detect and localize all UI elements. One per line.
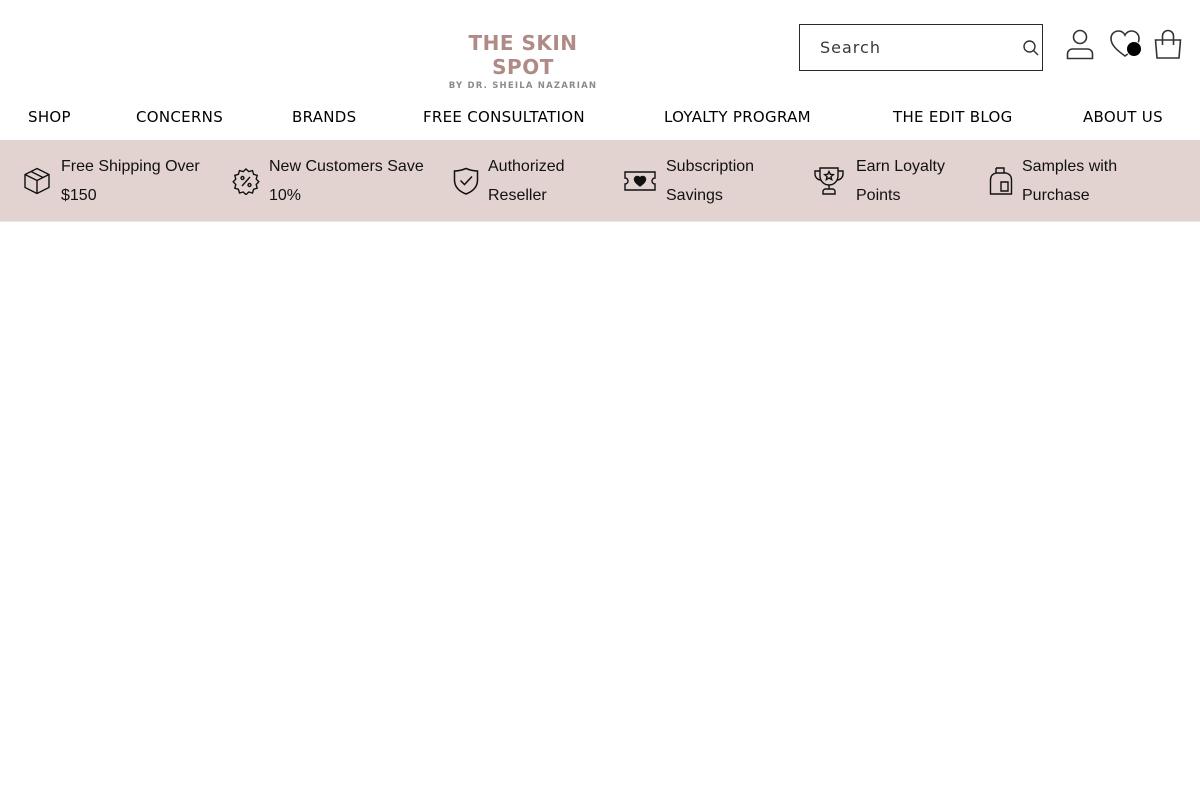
- feature-line: 10%: [269, 186, 302, 204]
- search-icon[interactable]: [1020, 25, 1042, 70]
- feature-line: New Customers Save: [269, 157, 424, 175]
- nav-item-the-edit-blog[interactable]: THE EDIT BLOG: [893, 108, 1013, 126]
- nav-item-about-us[interactable]: ABOUT US: [1083, 108, 1163, 126]
- search-box: [799, 24, 1043, 71]
- feature-subscription-savings: Subscription Savings: [623, 140, 754, 221]
- feature-samples: Samples with Purchase: [988, 140, 1117, 221]
- feature-line: Samples with: [1022, 157, 1118, 175]
- ticket-heart-icon: [624, 170, 656, 191]
- feature-line: Purchase: [1022, 186, 1090, 204]
- feature-new-customers: New Customers Save 10%: [232, 140, 424, 221]
- feature-free-shipping: Free Shipping Over $150: [22, 140, 200, 221]
- nav-item-free-consultation[interactable]: FREE CONSULTATION: [423, 108, 585, 126]
- feature-line: Authorized: [488, 157, 565, 175]
- feature-line: Earn Loyalty: [856, 157, 945, 175]
- feature-line: Points: [856, 186, 901, 204]
- nav-item-loyalty-program[interactable]: LOYALTY PROGRAM: [664, 108, 811, 126]
- features-divider: [0, 221, 1200, 222]
- logo-title: THE SKIN SPOT: [468, 31, 578, 79]
- nav-item-brands[interactable]: BRANDS: [292, 108, 356, 126]
- main-nav: SHOP CONCERNS BRANDS FREE CONSULTATION L…: [0, 100, 1200, 140]
- feature-earn-loyalty: Earn Loyalty Points: [812, 140, 945, 221]
- search-input[interactable]: [800, 25, 1020, 70]
- site-header: THE SKIN SPOT BY DR. SHEILA NAZARIAN: [0, 0, 1200, 96]
- shopping-bag-icon[interactable]: [1151, 26, 1185, 62]
- shield-check-icon: [453, 167, 479, 195]
- user-icon[interactable]: [1063, 26, 1097, 62]
- feature-line: Reseller: [488, 186, 547, 204]
- features-bar: Free Shipping Over $150 New Customers Sa…: [0, 140, 1200, 221]
- wishlist-count-dot: [1126, 41, 1142, 57]
- feature-authorized-reseller: Authorized Reseller: [452, 140, 565, 221]
- feature-line: Free Shipping Over: [61, 157, 200, 175]
- feature-line: Savings: [666, 186, 723, 204]
- trophy-icon: [814, 166, 844, 195]
- nav-item-shop[interactable]: SHOP: [28, 108, 71, 126]
- logo-subtitle: BY DR. SHEILA NAZARIAN: [448, 81, 598, 91]
- sample-bottle-icon: [989, 166, 1013, 195]
- feature-line: $150: [61, 186, 97, 204]
- feature-line: Subscription: [666, 157, 755, 175]
- nav-item-concerns[interactable]: CONCERNS: [136, 108, 223, 126]
- discount-badge-icon: [232, 167, 260, 195]
- box-icon: [24, 167, 50, 194]
- site-logo[interactable]: THE SKIN SPOT BY DR. SHEILA NAZARIAN: [441, 31, 605, 92]
